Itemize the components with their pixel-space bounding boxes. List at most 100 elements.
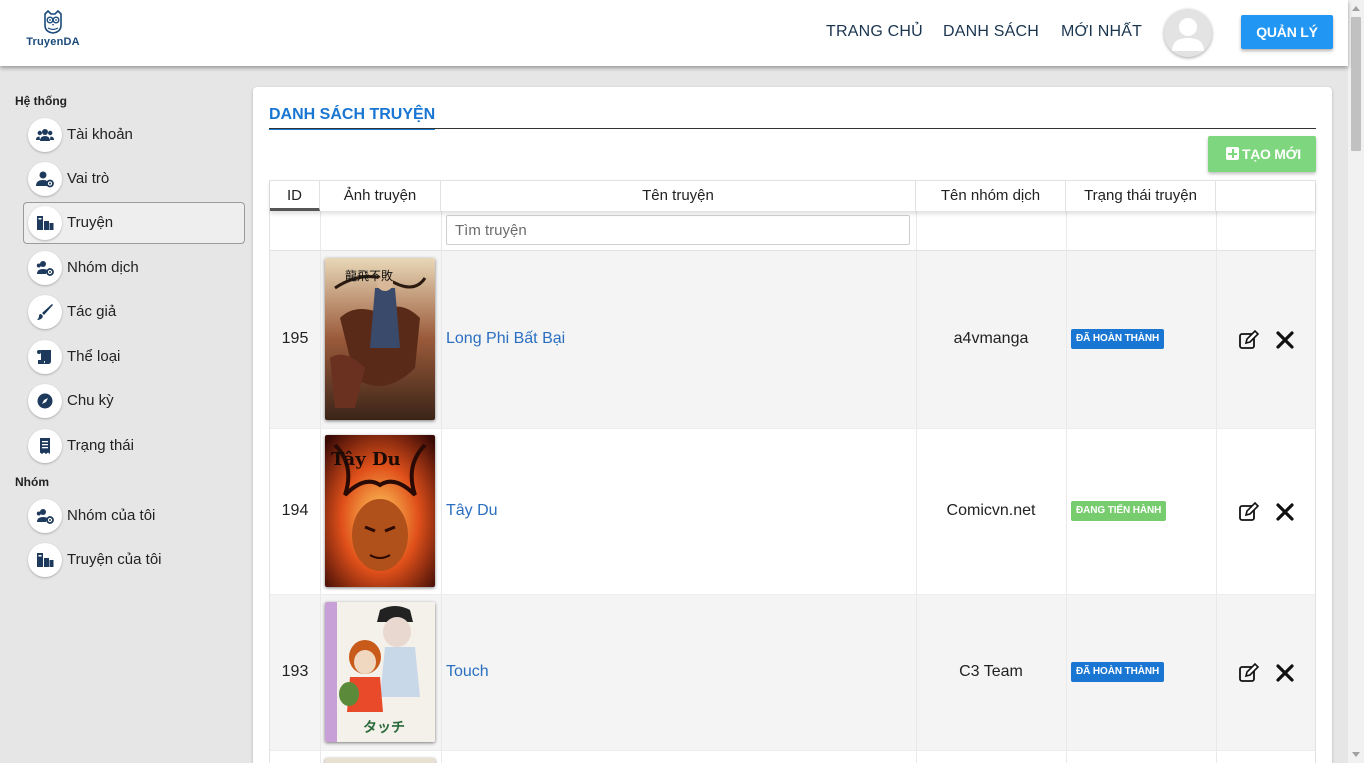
story-cover-image[interactable]: 龍飛不敗: [325, 258, 435, 420]
column-header-image[interactable]: Ảnh truyện: [320, 181, 441, 211]
top-header: TruyenDA TRANG CHỦ DANH SÁCH MỚI NHẤT QU…: [0, 0, 1348, 66]
column-header-status[interactable]: Trạng thái truyện: [1066, 181, 1216, 211]
svg-text:Tây Du: Tây Du: [331, 449, 401, 470]
cell-divider: [916, 751, 917, 763]
table-row[interactable]: 194 Tây Du Tây Du Comicvn.net ĐANG TIẾN …: [270, 429, 1315, 595]
sidebar-item-authors[interactable]: Tác giả: [23, 291, 245, 333]
title-divider: [269, 128, 1316, 129]
story-title-link[interactable]: Touch: [446, 663, 489, 681]
cell-divider: [1066, 751, 1067, 763]
story-list-card: DANH SÁCH TRUYỆN TẠO MỚI ID Ảnh truyện T…: [253, 87, 1332, 763]
cell-divider: [320, 429, 321, 594]
delete-icon[interactable]: [1274, 329, 1296, 351]
delete-icon[interactable]: [1274, 501, 1296, 523]
filter-row: [270, 211, 1315, 251]
edit-icon[interactable]: [1238, 329, 1260, 351]
brush-icon: [28, 295, 62, 329]
cell-divider: [441, 211, 442, 250]
story-title-link[interactable]: Tây Du: [446, 502, 498, 520]
row-id: 193: [281, 663, 309, 680]
scroll-thumb[interactable]: [1351, 17, 1361, 151]
edit-icon[interactable]: [1238, 501, 1260, 523]
cell-divider: [916, 211, 917, 250]
sidebar-item-accounts[interactable]: Tài khoản: [23, 114, 245, 156]
users-cog-icon: [28, 251, 62, 285]
cell-divider: [441, 595, 442, 750]
cell-divider: [441, 429, 442, 594]
delete-icon[interactable]: [1274, 662, 1296, 684]
page-title: DANH SÁCH TRUYỆN: [269, 106, 436, 130]
sidebar-item-label: Chu kỳ: [67, 392, 114, 409]
create-button[interactable]: TẠO MỚI: [1208, 136, 1316, 172]
users-icon: [28, 118, 62, 152]
story-cover-image[interactable]: Tây Du: [325, 435, 435, 587]
status-badge: ĐÃ HOÀN THÀNH: [1071, 662, 1165, 682]
sidebar-item-my-stories[interactable]: Truyện của tôi: [23, 539, 245, 581]
nav-list[interactable]: DANH SÁCH: [943, 23, 1039, 41]
plus-square-icon: [1226, 147, 1239, 160]
search-input[interactable]: [446, 215, 910, 245]
sidebar: Hệ thống Tài khoản Vai trò Truyện Nhóm d…: [0, 66, 253, 763]
cell-divider: [1216, 251, 1217, 428]
column-header-id[interactable]: ID: [270, 181, 320, 211]
cell-divider: [441, 751, 442, 763]
cell-divider: [320, 251, 321, 428]
sidebar-item-label: Tài khoản: [67, 126, 133, 143]
scroll-up-arrow[interactable]: [1352, 6, 1360, 11]
sidebar-item-label: Nhóm của tôi: [67, 507, 156, 524]
sidebar-item-translation-groups[interactable]: Nhóm dịch: [23, 247, 245, 289]
translation-group: Comicvn.net: [946, 502, 1036, 519]
sidebar-item-label: Tác giả: [67, 303, 117, 320]
users-cog-icon: [28, 499, 62, 533]
cover-art-icon: Tây Du: [325, 435, 435, 587]
compass-icon: [28, 384, 62, 418]
sidebar-item-stories[interactable]: Truyện: [23, 202, 245, 244]
translation-group: C3 Team: [959, 663, 1023, 680]
table-header: ID Ảnh truyện Tên truyện Tên nhóm dịch T…: [270, 180, 1315, 211]
nav-home[interactable]: TRANG CHỦ: [826, 23, 923, 41]
sidebar-item-label: Vai trò: [67, 170, 110, 187]
cell-divider: [1066, 595, 1067, 750]
nav-latest[interactable]: MỚI NHẤT: [1061, 23, 1142, 41]
svg-text:龍飛不敗: 龍飛不敗: [345, 268, 393, 283]
logo[interactable]: TruyenDA: [20, 10, 86, 54]
cell-divider: [320, 751, 321, 763]
sidebar-item-my-groups[interactable]: Nhóm của tôi: [23, 495, 245, 537]
sidebar-item-status[interactable]: Trạng thái: [23, 425, 245, 467]
logo-text: TruyenDA: [26, 36, 80, 48]
table-row[interactable]: 195 龍飛不敗 Long Phi Bất Bại a4vmanga ĐÃ HO…: [270, 251, 1315, 429]
receipt-icon: [28, 429, 62, 463]
translation-group: a4vmanga: [953, 330, 1029, 347]
cell-divider: [1066, 429, 1067, 594]
table-row[interactable]: 193 タッチ Touch C3 Team ĐÃ HOÀN THÀNH: [270, 595, 1315, 751]
sidebar-item-roles[interactable]: Vai trò: [23, 158, 245, 200]
sidebar-item-genres[interactable]: Thể loại: [23, 336, 245, 378]
avatar[interactable]: [1164, 9, 1212, 57]
table-row[interactable]: [270, 751, 1315, 763]
column-header-group[interactable]: Tên nhóm dịch: [916, 181, 1066, 211]
cell-divider: [1216, 751, 1217, 763]
story-cover-image[interactable]: タッチ: [325, 602, 435, 742]
svg-text:タッチ: タッチ: [363, 720, 405, 736]
sidebar-item-label: Nhóm dịch: [67, 259, 139, 276]
story-table: ID Ảnh truyện Tên truyện Tên nhóm dịch T…: [269, 180, 1316, 763]
section-system-heading: Hệ thống: [15, 94, 67, 108]
column-header-title[interactable]: Tên truyện: [441, 181, 916, 211]
story-title-link[interactable]: Long Phi Bất Bại: [446, 330, 565, 348]
section-group-heading: Nhóm: [15, 475, 49, 489]
cell-divider: [1066, 211, 1067, 250]
status-badge: ĐÃ HOÀN THÀNH: [1071, 329, 1165, 349]
sidebar-item-label: Trạng thái: [67, 437, 134, 454]
cell-divider: [1216, 429, 1217, 594]
user-avatar-icon: [1172, 18, 1204, 51]
edit-icon[interactable]: [1238, 662, 1260, 684]
scroll-down-arrow[interactable]: [1352, 752, 1360, 757]
sidebar-item-cycle[interactable]: Chu kỳ: [23, 380, 245, 422]
cell-divider: [320, 211, 321, 250]
column-header-actions: [1216, 181, 1316, 211]
page-scrollbar[interactable]: [1348, 0, 1364, 763]
sidebar-item-label: Truyện: [67, 214, 114, 231]
status-badge: ĐANG TIẾN HÀNH: [1071, 501, 1167, 521]
manage-button[interactable]: QUẢN LÝ: [1241, 15, 1333, 49]
story-cover-image[interactable]: [325, 758, 435, 763]
